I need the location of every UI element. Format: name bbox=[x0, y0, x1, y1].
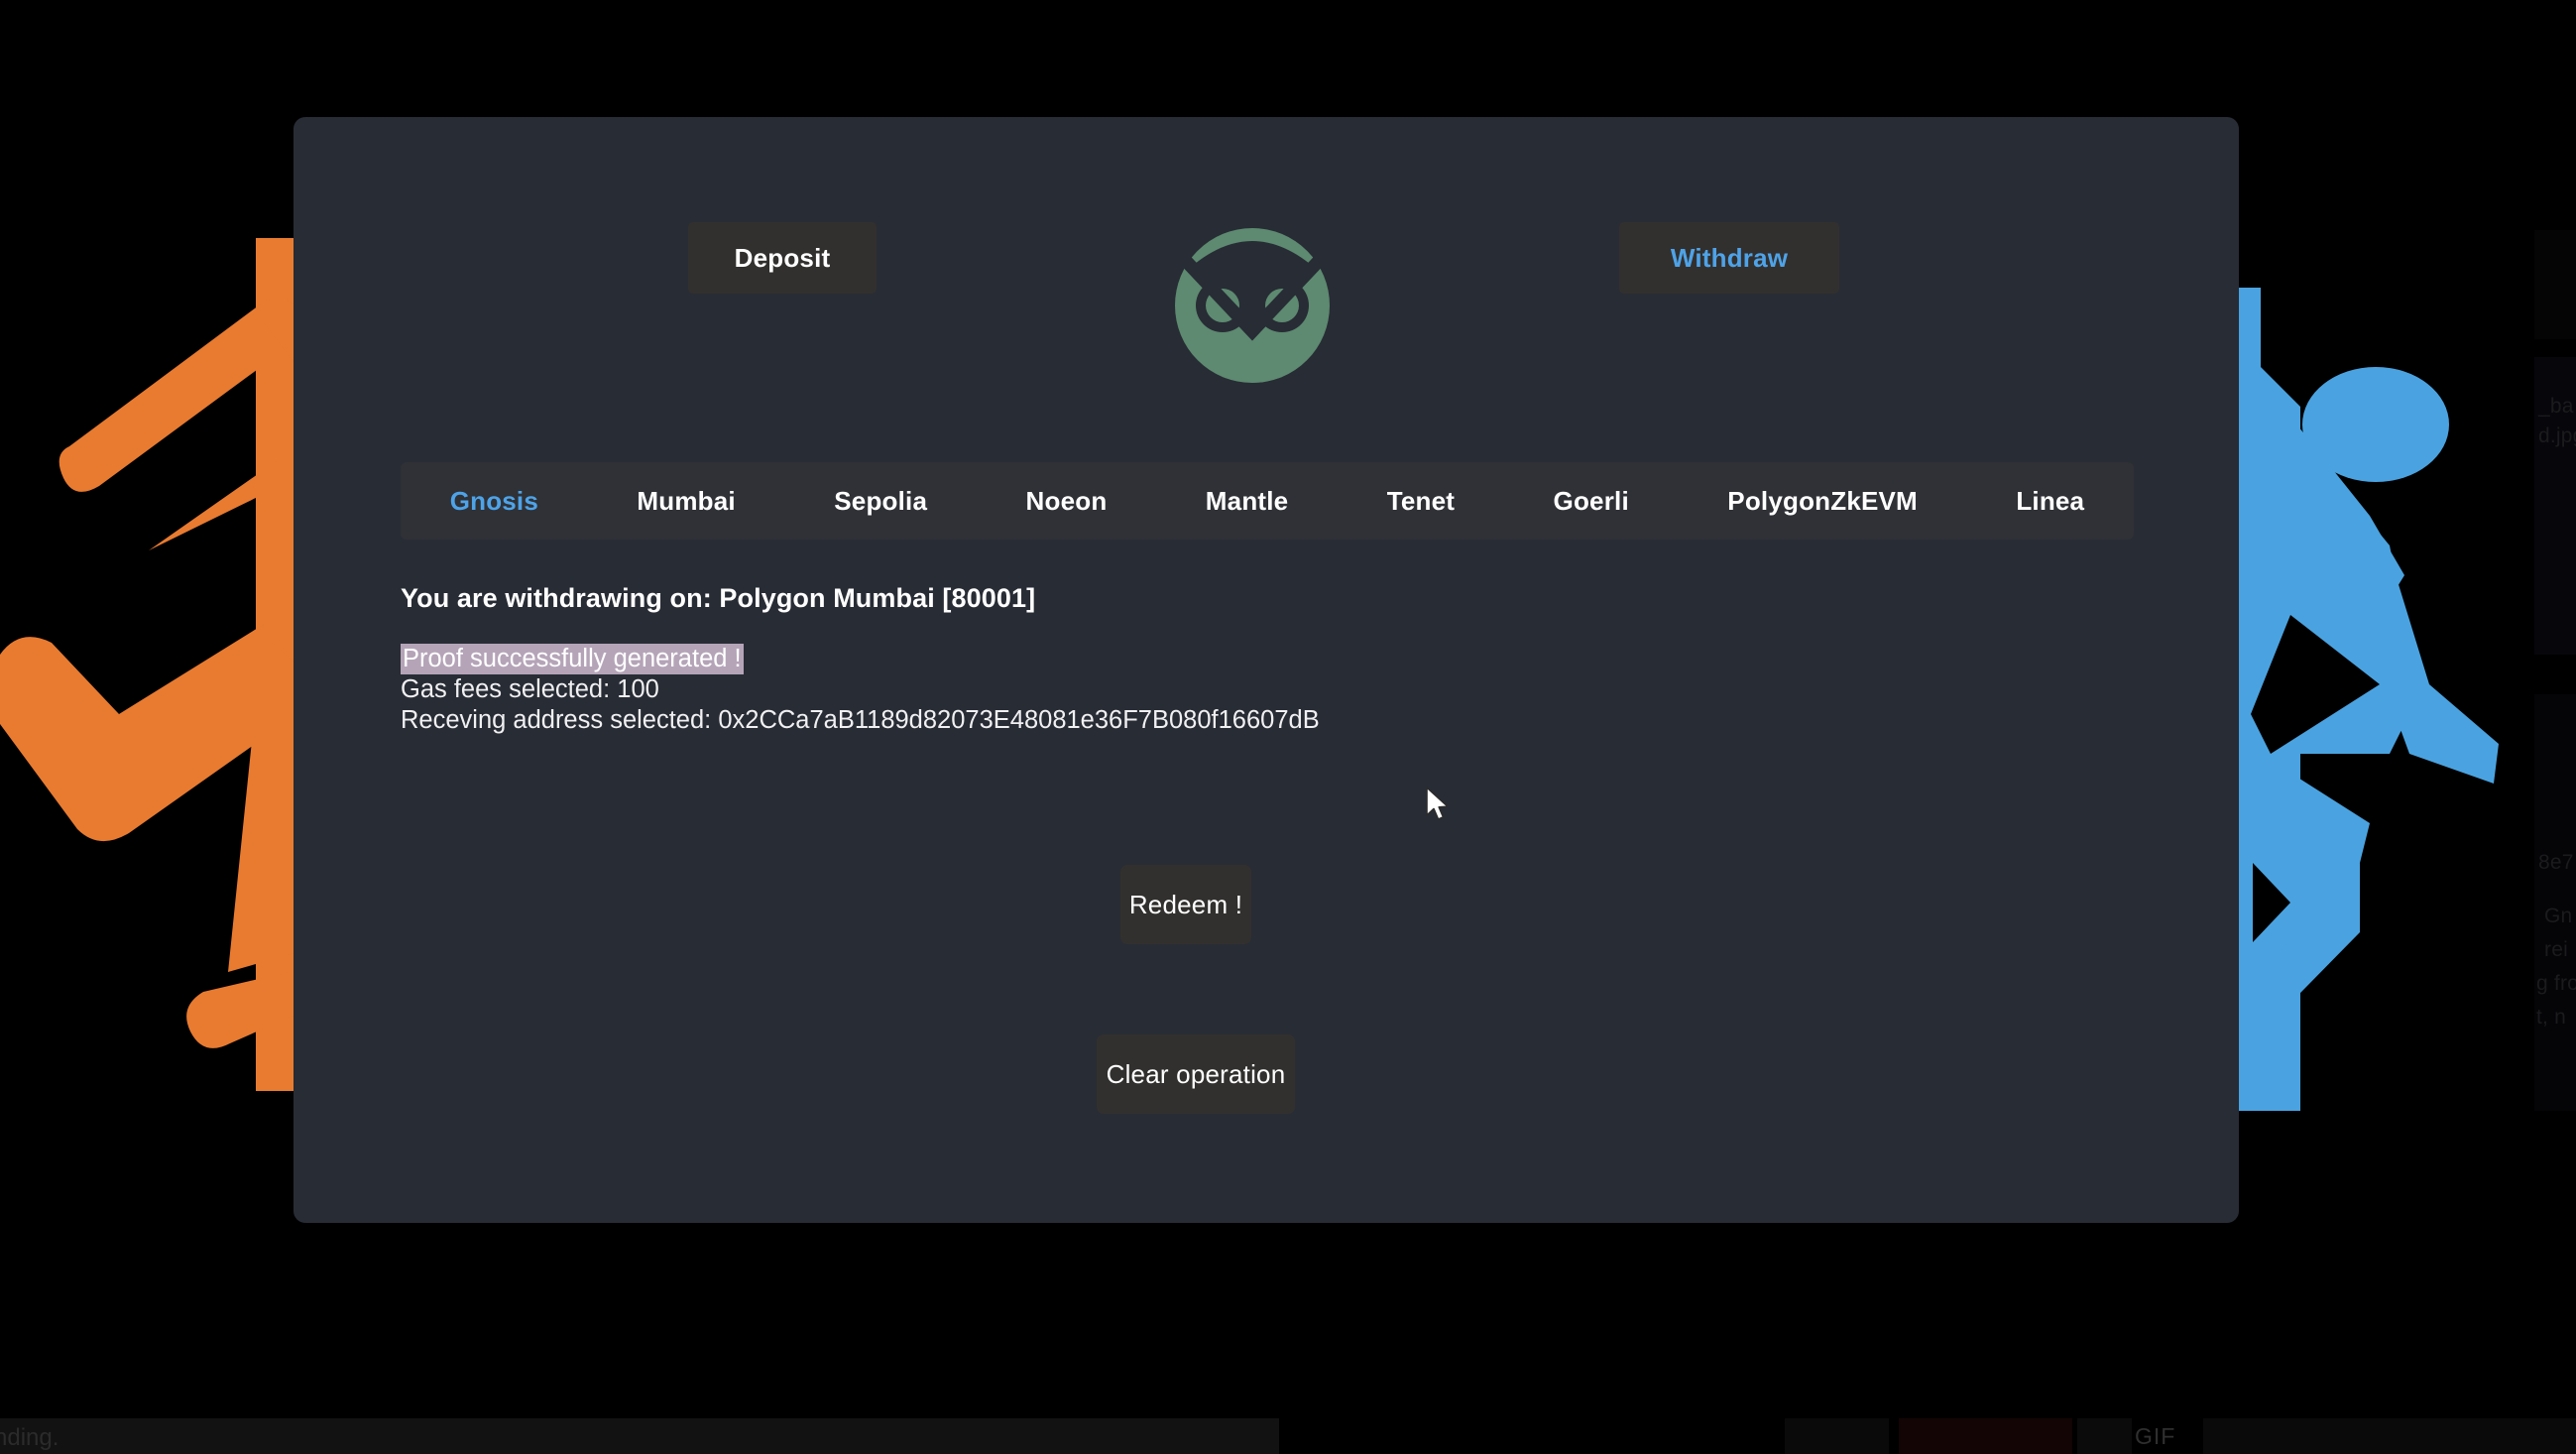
network-tab-sepolia[interactable]: Sepolia bbox=[785, 462, 977, 540]
screen-root: _ba d.jpg 8e7 Gn rei g fro t, n Deposit bbox=[0, 0, 2576, 1454]
card-header: Deposit Withdraw bbox=[293, 117, 2239, 383]
edge-panel-top bbox=[2534, 230, 2576, 339]
proof-status-badge: Proof successfully generated ! bbox=[401, 644, 744, 674]
strip-chip-c bbox=[2077, 1418, 2132, 1454]
redeem-button[interactable]: Redeem ! bbox=[1120, 865, 1251, 944]
gas-fees-line: Gas fees selected: 100 bbox=[401, 675, 659, 703]
network-tab-noeon[interactable]: Noeon bbox=[977, 462, 1156, 540]
deposit-button[interactable]: Deposit bbox=[688, 222, 877, 294]
network-tab-polygonzkevm[interactable]: PolygonZkEVM bbox=[1679, 462, 1967, 540]
edge-text-fragment-6: g fro bbox=[2536, 972, 2576, 995]
clear-operation-button[interactable]: Clear operation bbox=[1097, 1034, 1295, 1114]
network-tab-mumbai[interactable]: Mumbai bbox=[588, 462, 785, 540]
strip-chip-d bbox=[2203, 1418, 2576, 1454]
blue-walking-figure-icon bbox=[2231, 288, 2499, 1111]
withdraw-button[interactable]: Withdraw bbox=[1619, 222, 1839, 294]
bottom-strip: nding. bbox=[0, 1418, 1279, 1454]
edge-text-fragment-5: rei bbox=[2544, 938, 2568, 961]
gif-badge: GIF bbox=[2135, 1423, 2176, 1449]
edge-text-fragment-3: 8e7 bbox=[2538, 851, 2574, 874]
edge-panel-low bbox=[2534, 694, 2576, 1111]
network-tab-tenet[interactable]: Tenet bbox=[1338, 462, 1504, 540]
withdraw-headline: You are withdrawing on: Polygon Mumbai [… bbox=[401, 583, 1036, 613]
network-tab-goerli[interactable]: Goerli bbox=[1504, 462, 1679, 540]
receiving-address-line: Receving address selected: 0x2CCa7aB1189… bbox=[401, 706, 1320, 734]
edge-text-fragment-2: d.jpg bbox=[2538, 424, 2576, 447]
edge-text-fragment-7: t, n bbox=[2536, 1006, 2566, 1029]
network-tab-bar: Gnosis Mumbai Sepolia Noeon Mantle Tenet… bbox=[401, 462, 2134, 540]
proof-status-line: Proof successfully generated ! bbox=[401, 644, 1987, 674]
strip-chip-b bbox=[1899, 1418, 2072, 1454]
edge-text-fragment-4: Gn bbox=[2544, 905, 2573, 927]
strip-chip-a bbox=[1785, 1418, 1889, 1454]
orange-runner-figure-icon bbox=[0, 238, 317, 1091]
network-tab-linea[interactable]: Linea bbox=[1967, 462, 2134, 540]
status-block: You are withdrawing on: Polygon Mumbai [… bbox=[401, 583, 1987, 736]
owl-logo-icon bbox=[1175, 228, 1330, 383]
bottom-cut-word: nding. bbox=[0, 1424, 59, 1451]
edge-text-fragment-1: _ba bbox=[2538, 395, 2574, 418]
withdraw-card: Deposit Withdraw Gnosis Mumbai Sepolia N… bbox=[293, 117, 2239, 1223]
network-tab-mantle[interactable]: Mantle bbox=[1156, 462, 1338, 540]
network-tab-gnosis[interactable]: Gnosis bbox=[401, 462, 588, 540]
